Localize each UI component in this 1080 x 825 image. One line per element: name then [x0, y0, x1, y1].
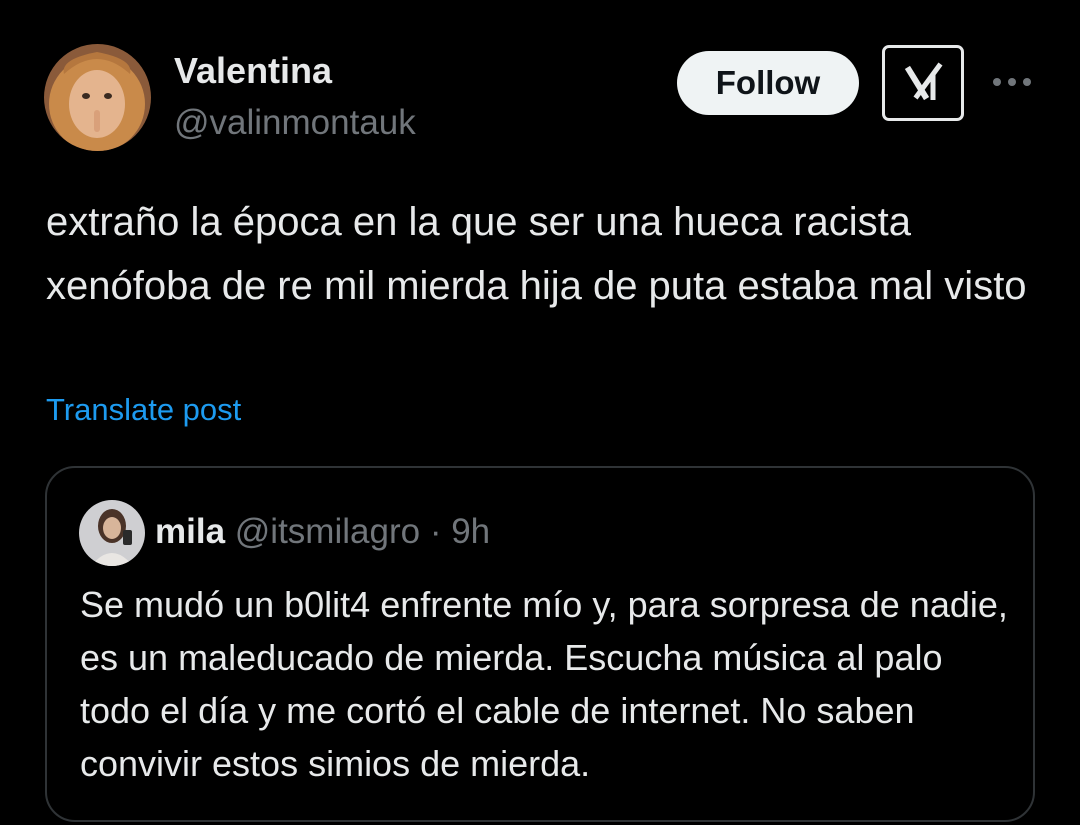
translate-post-link[interactable]: Translate post [46, 392, 241, 428]
quoted-post[interactable]: mila @itsmilagro · 9h Se mudó un b0lit4 … [45, 466, 1035, 822]
separator-dot: · [429, 512, 442, 551]
post-text: extraño la época en la que ser una hueca… [46, 200, 1027, 308]
quoted-author-avatar[interactable] [79, 500, 145, 566]
quoted-post-header: mila @itsmilagro · 9h [155, 512, 490, 552]
quoted-post-time[interactable]: 9h [451, 512, 490, 551]
more-button[interactable] [990, 60, 1034, 104]
quoted-author-name[interactable]: mila [155, 512, 225, 551]
grok-button[interactable] [882, 45, 964, 121]
grok-icon [904, 62, 943, 101]
author-name[interactable]: Valentina [174, 50, 332, 92]
quoted-author-handle[interactable]: @itsmilagro [235, 512, 420, 551]
quoted-post-text: Se mudó un b0lit4 enfrente mío y, para s… [80, 584, 1008, 784]
author-avatar[interactable] [44, 44, 151, 151]
author-handle[interactable]: @valinmontauk [174, 103, 416, 143]
more-icon [993, 78, 1031, 86]
follow-button[interactable]: Follow [677, 51, 859, 115]
